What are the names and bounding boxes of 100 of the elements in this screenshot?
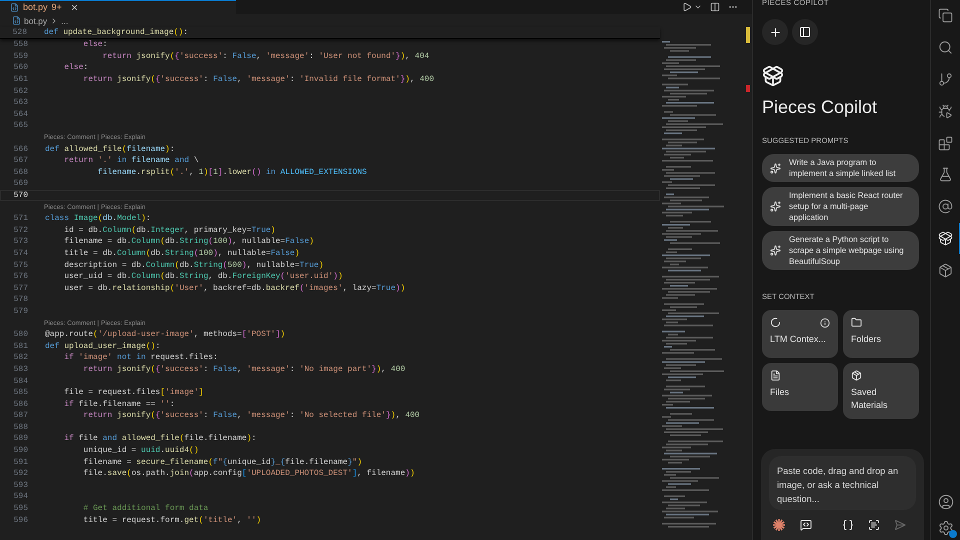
python-file-icon	[10, 2, 19, 12]
burst-button[interactable]	[772, 518, 786, 532]
context-card[interactable]: Folders	[843, 310, 919, 358]
code-line: filename.rsplit('.', 1)[1].lower() in ALLOWED_EXTENSIONS	[96, 168, 367, 177]
python-file-icon	[12, 16, 21, 25]
code-line: if 'image' not in request.files:	[63, 353, 218, 362]
code-line: @app.route('/upload-user-image', methods=['POST'])	[45, 330, 286, 340]
code-line: id = db.Column(db.Integer, primary_key=True)	[63, 226, 276, 235]
braces-button[interactable]	[842, 519, 854, 531]
code-line: return '.' in filename and \	[63, 156, 199, 166]
line-number: 568	[12, 168, 28, 177]
line-number: 570	[12, 191, 28, 200]
code-line: filename = secure_filename(f"{unique_id}_{file.filename}")	[82, 458, 362, 467]
line-number: 572	[12, 226, 28, 235]
code-line: return jsonify({'success': False, 'message': 'No selected file'}), 400	[82, 411, 420, 420]
line-number: 596	[12, 516, 28, 525]
editor-tab[interactable]: bot.py 9+	[0, 0, 236, 14]
code-line: filename = db.Column(db.String(100), nullable=False)	[63, 237, 314, 246]
line-number: 586	[12, 400, 28, 409]
notification-dot	[948, 530, 956, 538]
scroll-marker	[746, 27, 750, 43]
line-number: 569	[12, 179, 28, 188]
line-number: 589	[12, 434, 28, 444]
line-number: 561	[12, 75, 28, 84]
context-card[interactable]: LTM Contex...	[762, 310, 838, 358]
line-number: 559	[12, 52, 28, 61]
code-line: class Image(db.Model):	[45, 214, 151, 224]
code-line: else:	[82, 40, 108, 50]
split-editor-icon[interactable]	[710, 2, 720, 12]
line-number: 585	[12, 388, 28, 398]
burst-icon	[772, 518, 786, 532]
search-icon	[938, 40, 953, 56]
code-line: title = db.Column(db.String(100), nullable=False)	[63, 248, 300, 258]
bug-play-icon	[938, 104, 953, 119]
open-box-icon	[938, 230, 953, 246]
code-line: description = db.Column(db.String(500), nullable=True)	[63, 260, 324, 270]
breadcrumb-file[interactable]: bot.py	[24, 16, 48, 26]
suggested-prompt[interactable]: Write a Java program to implement a simple linked list	[762, 154, 919, 182]
copilot-title: Pieces Copilot	[762, 97, 878, 118]
code-line: def upload_user_image():	[45, 342, 160, 351]
document-icon	[770, 370, 781, 381]
line-number: 592	[12, 469, 28, 478]
scroll-marker	[746, 85, 750, 92]
circle-arc-icon	[770, 317, 781, 328]
line-number: 574	[12, 248, 28, 258]
line-number: 567	[12, 156, 28, 166]
line-number: 563	[12, 98, 28, 108]
close-icon[interactable]	[70, 2, 79, 12]
line-number: 590	[12, 446, 28, 456]
code-line: file.save(os.path.join(app.config['UPLOADED_PHOTOS_DEST'], filename))	[82, 469, 415, 478]
box-icon	[851, 370, 862, 381]
sparkle-icon	[770, 245, 781, 256]
problem-count: 9+	[52, 2, 62, 12]
new-chat-button[interactable]	[762, 19, 788, 45]
line-number: 593	[12, 480, 28, 490]
code-line: if file and allowed_file(file.filename):	[63, 434, 256, 444]
line-number: 573	[12, 237, 28, 246]
caret-icon[interactable]	[694, 3, 702, 11]
line-number: 575	[12, 260, 28, 270]
code-line: unique_id = uuid.uuid4()	[82, 446, 199, 456]
suggested-prompt[interactable]: Generate a Python script to scrape a simple webpage using BeautifulSoup	[762, 231, 919, 270]
line-number: 564	[12, 110, 28, 119]
line-number: 587	[12, 411, 28, 420]
context-card[interactable]: Files	[762, 363, 838, 411]
run-icon[interactable]	[682, 2, 692, 12]
line-number: 580	[12, 330, 28, 340]
code-line: def update_background_image():	[44, 28, 188, 37]
line-number: 566	[12, 144, 28, 154]
code-line: file = request.files['image']	[63, 388, 204, 398]
message-code-button[interactable]	[800, 519, 812, 531]
copy-icon	[938, 8, 953, 24]
folder-icon	[851, 317, 862, 328]
message-code-icon	[800, 519, 812, 531]
send-icon	[894, 519, 906, 531]
input-field[interactable]: Paste code, drag and drop an image, or ask a technical question...	[769, 456, 916, 510]
at-sign-icon	[938, 199, 953, 214]
sidebar-toggle-button[interactable]	[792, 19, 818, 45]
box-logo-icon	[762, 65, 784, 87]
tab-title: bot.py	[23, 2, 48, 12]
line-number: 560	[12, 63, 28, 72]
info-icon[interactable]	[820, 318, 830, 328]
code-line: user = db.relationship('User', backref=db.backref('images', lazy=True))	[63, 284, 406, 293]
sparkle-icon	[770, 201, 781, 212]
braces-icon	[842, 519, 854, 531]
line-number: 571	[12, 214, 28, 224]
context-card[interactable]: Saved Materials	[843, 363, 919, 419]
line-number: 528	[12, 28, 27, 37]
line-number: 576	[12, 272, 28, 282]
line-number: 578	[12, 295, 28, 304]
settings-icon[interactable]	[938, 520, 954, 536]
account-icon[interactable]	[938, 494, 954, 510]
scan-text-icon	[868, 519, 880, 531]
scan-text-button[interactable]	[868, 519, 880, 531]
line-number: 594	[12, 492, 28, 502]
code-line: title = request.form.get('title', '')	[82, 516, 262, 525]
line-number: 577	[12, 284, 28, 293]
code-line: return jsonify({'success': False, 'message': 'User not found'}), 404	[102, 52, 430, 61]
line-number: 579	[12, 306, 28, 316]
breadcrumb-more[interactable]: ...	[61, 16, 68, 26]
suggested-prompt[interactable]: Implement a basic React router setup for a multi-page application	[762, 187, 919, 226]
